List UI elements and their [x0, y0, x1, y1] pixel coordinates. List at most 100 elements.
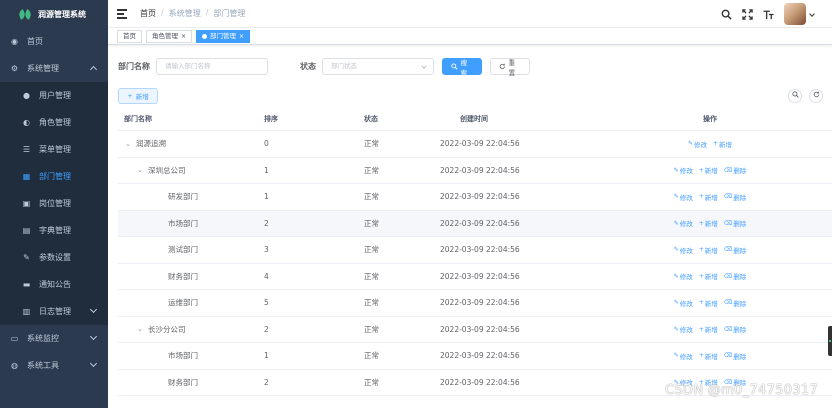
search-icon[interactable] [721, 9, 732, 20]
tags-view: 首页 角色管理 × 部门管理 × [108, 28, 832, 45]
sidebar-item[interactable]: ▭ 系统监控 [0, 325, 108, 352]
font-size-icon[interactable] [763, 9, 774, 20]
add-button[interactable]: + 新增 [118, 88, 158, 104]
cell-ops: ✎ 修改 + 新增 ⌫ 删除 [588, 271, 832, 282]
expand-arrow-icon[interactable]: ⌄ [124, 140, 132, 148]
edit-icon: ✎ [673, 352, 679, 360]
sidebar-item[interactable]: ◍ 系统工具 [0, 352, 108, 379]
delete-button[interactable]: ⌫ 删除 [724, 245, 746, 255]
avatar[interactable] [784, 3, 806, 25]
delete-button[interactable]: ⌫ 删除 [724, 218, 747, 229]
expand-arrow-icon[interactable]: ⌄ [136, 166, 144, 174]
cell-create-time: 2022-03-09 22:04:56 [440, 271, 520, 281]
delete-button-label: 删除 [733, 246, 747, 255]
tool-icon: ◍ [11, 361, 18, 370]
cell-create-time: 2022-03-09 22:04:56 [440, 139, 520, 149]
cell-ops: ✎ 修改 + 新增 ⌫ 删除 [588, 165, 832, 176]
plus-icon: + [713, 140, 719, 148]
hamburger-icon[interactable] [117, 9, 127, 19]
edit-button[interactable]: ✎ 修改 [674, 324, 693, 335]
delete-button[interactable]: ⌫ 删除 [724, 271, 746, 282]
add-button[interactable]: + 新增 [699, 165, 718, 176]
edit-button-label: 修改 [679, 326, 693, 335]
sidebar-logo[interactable]: 润源管理系统 [0, 0, 108, 28]
tag-label: 角色管理 [152, 31, 178, 40]
edit-button[interactable]: ✎ 修改 [674, 351, 693, 361]
toggle-search-button[interactable] [788, 89, 802, 103]
edit-button-label: 修改 [679, 220, 693, 229]
header-sort: 排序 [264, 115, 278, 123]
edit-button[interactable]: ✎ 修改 [674, 165, 693, 176]
edit-icon: ✎ [673, 272, 679, 280]
edit-button[interactable]: ✎ 修改 [674, 298, 693, 308]
add-button[interactable]: + 新增 [699, 245, 718, 255]
tag-item[interactable]: 首页 [117, 29, 142, 43]
add-button[interactable]: + 新增 [699, 298, 718, 308]
add-button[interactable]: + 新增 [699, 324, 718, 335]
status-select[interactable]: 部门状态 [322, 58, 434, 75]
sidebar-item[interactable]: ✎ 参数设置 [0, 244, 108, 271]
cell-sort: 1 [264, 192, 269, 202]
refresh-button[interactable] [809, 89, 823, 103]
delete-button[interactable]: ⌫ 删除 [724, 324, 746, 335]
sidebar-item[interactable]: ▣ 岗位管理 [0, 190, 108, 217]
breadcrumb-home[interactable]: 首页 [140, 8, 156, 19]
cell-ops: ✎ 修改 + 新增 ⌫ 删除 [588, 351, 832, 361]
dept-name-input[interactable]: 请输入部门名称 [156, 58, 268, 75]
delete-button[interactable]: ⌫ 删除 [724, 165, 747, 176]
sidebar-item[interactable]: ◉ 首页 [0, 28, 108, 55]
delete-button-label: 删除 [733, 220, 747, 229]
add-button[interactable]: + 新增 [699, 192, 718, 202]
edit-icon: ✎ [673, 299, 679, 307]
side-panel-handle[interactable] [828, 326, 832, 356]
sidebar-item-label: 系统管理 [27, 64, 59, 73]
table-row: 运维部门 5 正常 2022-03-09 22:04:56 ✎ 修改 + 新增 ⌫ 删除 [118, 290, 832, 317]
cell-sort: 1 [264, 165, 269, 175]
edit-button[interactable]: ✎ 修改 [674, 245, 693, 255]
edit-icon: ✎ [673, 193, 679, 201]
reset-button[interactable]: 重置 [490, 58, 530, 77]
tag-label: 首页 [123, 31, 136, 40]
edit-icon: ✎ [673, 219, 679, 227]
delete-button-label: 删除 [733, 167, 747, 176]
delete-button[interactable]: ⌫ 删除 [724, 351, 746, 361]
add-button[interactable]: + 新增 [699, 271, 718, 282]
dept-name-text: 市场部门 [168, 218, 198, 228]
close-icon[interactable]: × [181, 31, 186, 42]
cell-dept-name: 市场部门 [118, 218, 248, 229]
chevron-down-icon[interactable] [809, 11, 815, 17]
sidebar-item[interactable]: ◐ 角色管理 [0, 109, 108, 136]
cell-dept-name: ⌄ 润源追溯 [118, 138, 248, 149]
sidebar-item[interactable]: ▥ 日志管理 [0, 298, 108, 325]
sidebar-item[interactable]: ⚙ 系统管理 [0, 55, 108, 82]
breadcrumb: 首页 / 系统管理 / 部门管理 [140, 8, 245, 19]
add-button-label: 新增 [704, 167, 718, 176]
sidebar-item[interactable]: ▦ 部门管理 [0, 163, 108, 190]
search-button[interactable]: 搜索 [442, 58, 482, 77]
delete-button[interactable]: ⌫ 删除 [724, 192, 746, 202]
add-button[interactable]: + 新增 [699, 218, 718, 229]
sidebar-item[interactable]: ● 用户管理 [0, 82, 108, 109]
cell-ops: ✎ 修改 + 新增 ⌫ 删除 [588, 245, 832, 255]
edit-button[interactable]: ✎ 修改 [674, 192, 693, 202]
edit-button[interactable]: ✎ 修改 [673, 271, 693, 282]
add-button[interactable]: + 新增 [713, 139, 732, 149]
close-icon[interactable]: × [239, 31, 244, 42]
expand-arrow-icon[interactable]: ⌄ [136, 325, 144, 333]
tag-item[interactable]: 角色管理 × [146, 29, 193, 43]
edit-button[interactable]: ✎ 修改 [673, 218, 693, 229]
sidebar-item[interactable]: ▤ 字典管理 [0, 217, 108, 244]
plus-icon: + [698, 299, 704, 307]
delete-button[interactable]: ⌫ 删除 [724, 298, 746, 308]
table-row: 市场部门 2 正常 2022-03-09 22:04:56 ✎ 修改 + 新增 ⌫ 删除 [118, 210, 832, 237]
table-row: 财务部门 4 正常 2022-03-09 22:04:56 ✎ 修改 + 新增 ⌫ 删除 [118, 264, 832, 290]
add-button[interactable]: + 新增 [699, 351, 718, 361]
navbar-right [721, 3, 815, 25]
edit-button[interactable]: ✎ 修改 [688, 139, 707, 149]
fullscreen-icon[interactable] [742, 8, 753, 20]
table-row: ⌄ 长沙分公司 2 正常 2022-03-09 22:04:56 ✎ 修改 + 新增 ⌫ 删除 [118, 317, 832, 343]
sidebar-item[interactable]: ☰ 菜单管理 [0, 136, 108, 163]
sidebar-item[interactable]: ▬ 通知公告 [0, 271, 108, 298]
tag-item[interactable]: 部门管理 × [196, 29, 251, 43]
add-button-label: 新增 [135, 93, 149, 101]
